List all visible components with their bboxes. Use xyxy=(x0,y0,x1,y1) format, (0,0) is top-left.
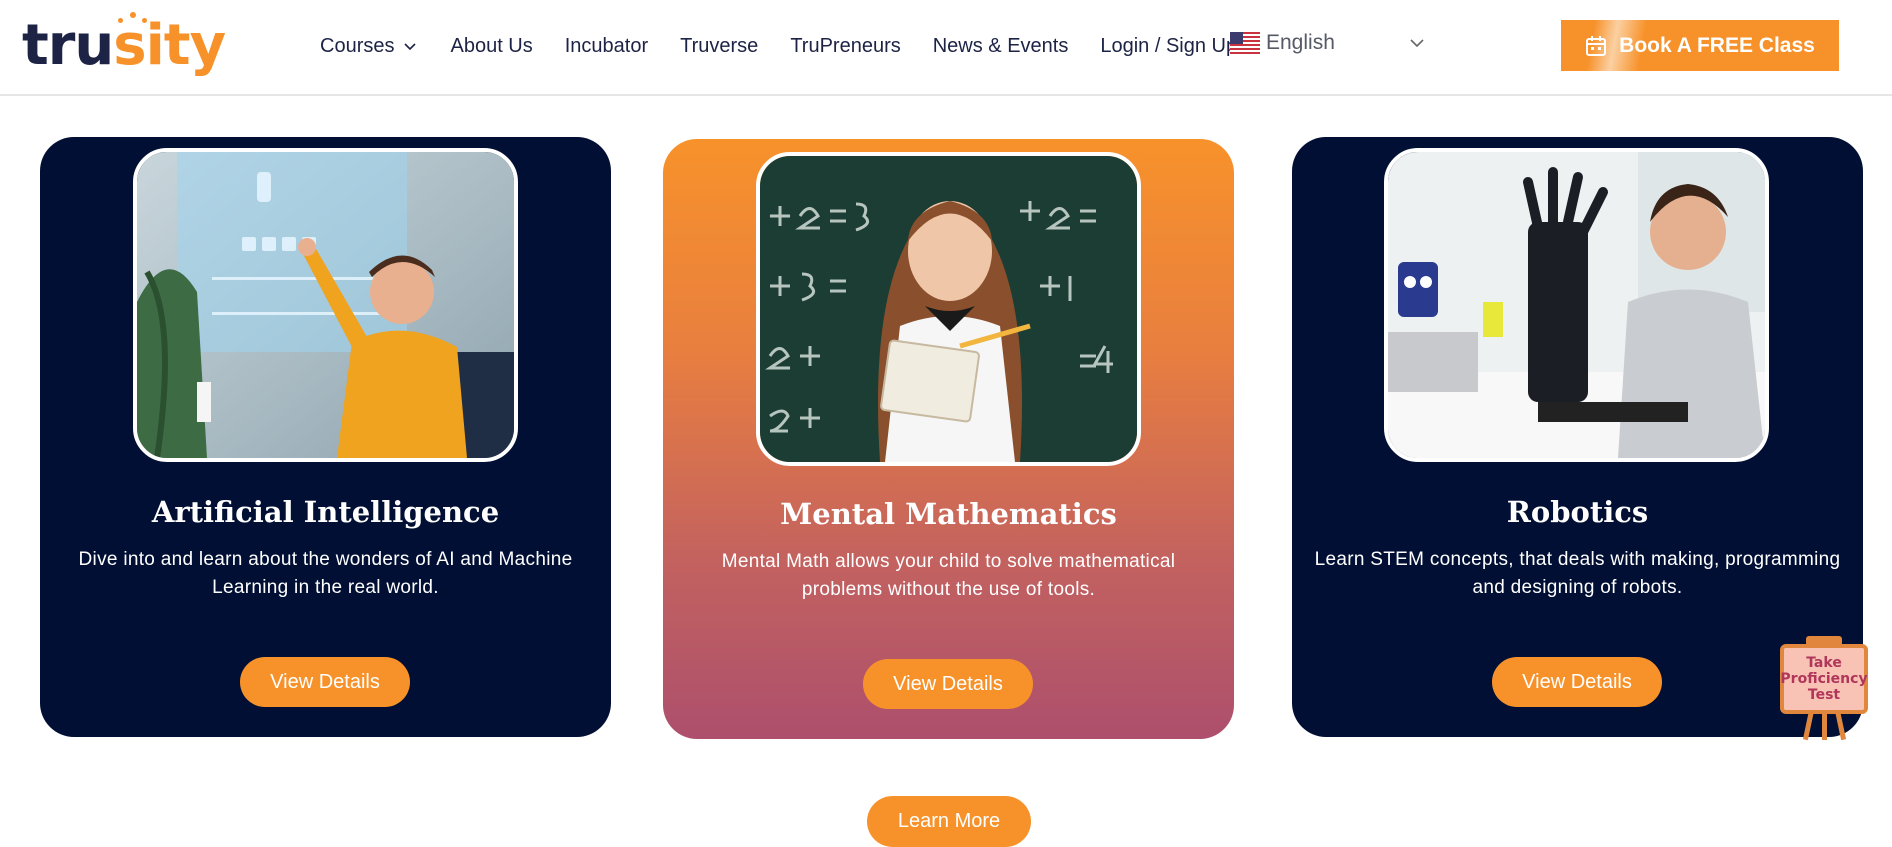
nav-trupreneurs[interactable]: TruPreneurs xyxy=(790,35,900,58)
view-details-ai-button[interactable]: View Details xyxy=(240,657,410,707)
boy-robot-hand-image xyxy=(1388,152,1765,458)
chevron-down-icon xyxy=(1410,39,1424,48)
easel-leg xyxy=(1822,710,1827,740)
chevron-down-icon xyxy=(404,43,417,51)
logo-text-tru: tru xyxy=(22,13,114,78)
us-flag-icon xyxy=(1230,32,1260,54)
calendar-icon xyxy=(1586,35,1607,56)
site-header: trusity Courses About Us Incubator Truve… xyxy=(0,0,1892,96)
easel-board: Take Proficiency Test xyxy=(1780,644,1868,714)
course-card-ai: Artificial Intelligence Dive into and le… xyxy=(40,137,611,737)
course-desc-robotics: Learn STEM concepts, that deals with mak… xyxy=(1314,549,1841,598)
nav-login-signup[interactable]: Login / Sign Up xyxy=(1100,35,1237,58)
book-free-class-button[interactable]: Book A FREE Class xyxy=(1561,20,1839,71)
easel-leg xyxy=(1834,709,1847,741)
main-nav: Courses About Us Incubator Truverse TruP… xyxy=(320,33,1269,59)
ai-child-hologram-image xyxy=(137,152,514,458)
trusity-logo[interactable]: trusity xyxy=(22,8,226,84)
math-girl-photo xyxy=(756,152,1141,466)
book-free-class-label: Book A FREE Class xyxy=(1619,33,1815,57)
nav-news-events[interactable]: News & Events xyxy=(933,35,1069,58)
language-label: English xyxy=(1266,31,1335,54)
easel-leg xyxy=(1802,709,1815,741)
logo-text-sity: sity xyxy=(113,13,226,78)
nav-incubator[interactable]: Incubator xyxy=(565,35,648,58)
course-desc-mental-math: Mental Math allows your child to solve m… xyxy=(721,551,1176,600)
course-card-mental-math: Mental Mathematics Mental Math allows yo… xyxy=(663,139,1234,739)
course-title-robotics: Robotics xyxy=(1506,495,1649,529)
girl-chalkboard-image xyxy=(760,156,1137,462)
ai-kid-photo xyxy=(133,148,518,462)
nav-truverse[interactable]: Truverse xyxy=(680,35,758,58)
proficiency-line2: Proficiency xyxy=(1780,671,1868,687)
language-selector[interactable]: English xyxy=(1230,28,1430,58)
view-details-robotics-button[interactable]: View Details xyxy=(1492,657,1662,707)
course-title-mental-math: Mental Mathematics xyxy=(780,497,1117,531)
proficiency-line3: Test xyxy=(1807,687,1841,703)
proficiency-line1: Take xyxy=(1806,655,1842,671)
nav-courses-label: Courses xyxy=(320,34,395,57)
learn-more-button[interactable]: Learn More xyxy=(867,796,1031,847)
take-proficiency-test-widget[interactable]: Take Proficiency Test xyxy=(1776,636,1872,742)
course-desc-ai: Dive into and learn about the wonders of… xyxy=(78,549,573,598)
course-title-ai: Artificial Intelligence xyxy=(151,495,500,529)
robotics-boy-photo xyxy=(1384,148,1769,462)
nav-about-us[interactable]: About Us xyxy=(450,35,532,58)
view-details-mental-math-button[interactable]: View Details xyxy=(863,659,1033,709)
nav-courses[interactable]: Courses xyxy=(320,35,418,58)
